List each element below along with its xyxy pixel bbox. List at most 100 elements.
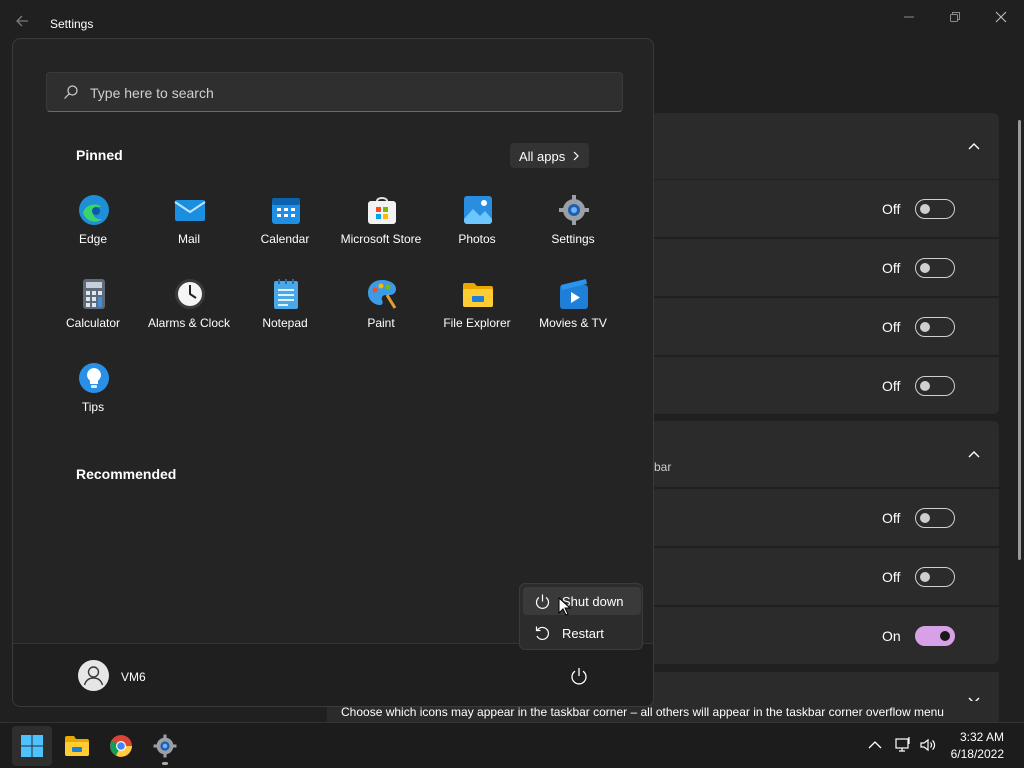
scrollbar[interactable] xyxy=(1018,120,1021,560)
pinned-app-tips[interactable]: Tips xyxy=(45,357,141,437)
power-button[interactable] xyxy=(569,666,589,686)
pinned-app-calculator[interactable]: Calculator xyxy=(45,273,141,353)
toggle-state-label: Off xyxy=(882,569,901,585)
settings-gear-icon xyxy=(153,734,177,758)
pinned-app-label: File Explorer xyxy=(443,316,511,330)
pinned-app-settings[interactable]: Settings xyxy=(525,189,621,269)
toggle-state-label: Off xyxy=(882,260,901,276)
toggle-state-label: Off xyxy=(882,378,901,394)
pinned-app-edge[interactable]: Edge xyxy=(45,189,141,269)
chevron-right-icon xyxy=(573,151,579,161)
search-placeholder: Type here to search xyxy=(90,85,214,101)
toggle-knob xyxy=(920,513,930,523)
search-input[interactable]: Type here to search xyxy=(46,72,623,112)
restore-button[interactable] xyxy=(932,4,978,30)
taskbar-file-explorer[interactable] xyxy=(57,726,97,766)
close-icon xyxy=(995,11,1007,23)
volume-icon[interactable] xyxy=(919,736,937,754)
pinned-app-label: Alarms & Clock xyxy=(147,316,230,330)
toggle-state-label: Off xyxy=(882,510,901,526)
all-apps-button[interactable]: All apps xyxy=(510,143,589,168)
toggle-switch[interactable] xyxy=(915,199,955,219)
pinned-app-mail[interactable]: Mail xyxy=(141,189,237,269)
taskbar: 3:32 AM 6/18/2022 xyxy=(0,722,1024,768)
restore-icon xyxy=(950,12,960,22)
toggle-switch[interactable] xyxy=(915,508,955,528)
clock-time[interactable]: 3:32 AM xyxy=(960,730,1004,744)
calendar-icon xyxy=(272,198,300,224)
minimize-button[interactable] xyxy=(886,4,932,30)
back-arrow-icon xyxy=(16,15,28,27)
minimize-icon xyxy=(904,16,914,18)
toggle-switch[interactable] xyxy=(915,317,955,337)
toggle-switch[interactable] xyxy=(915,376,955,396)
pinned-app-paint[interactable]: Paint xyxy=(333,273,429,353)
chrome-icon xyxy=(110,735,132,757)
settings-toggle-row: Off xyxy=(654,180,999,237)
pinned-app-file-explorer[interactable]: File Explorer xyxy=(429,273,525,353)
restart-menu-item[interactable]: Restart xyxy=(523,619,641,647)
pinned-app-label: Photos xyxy=(458,232,496,246)
close-button[interactable] xyxy=(978,4,1024,30)
settings-group-header[interactable]: bar xyxy=(654,421,999,487)
pinned-app-calendar[interactable]: Calendar xyxy=(237,189,333,269)
pinned-app-label: Notepad xyxy=(262,316,308,330)
start-windows-icon xyxy=(21,735,43,757)
pinned-app-label: Settings xyxy=(551,232,595,246)
file-explorer-icon xyxy=(65,736,89,756)
settings-toggle-row: Off xyxy=(654,548,999,605)
window-title: Settings xyxy=(50,17,94,31)
taskbar-chrome[interactable] xyxy=(101,726,141,766)
pinned-app-movies-tv[interactable]: Movies & TV xyxy=(525,273,621,353)
power-icon xyxy=(535,594,550,609)
paint-icon xyxy=(368,280,397,309)
toggle-state-label: Off xyxy=(882,201,901,217)
pinned-app-label: Paint xyxy=(367,316,395,330)
toggle-knob xyxy=(920,381,930,391)
pinned-app-label: Movies & TV xyxy=(539,316,607,330)
recommended-heading: Recommended xyxy=(76,466,177,482)
folder-icon xyxy=(463,283,493,307)
pinned-app-label: Calculator xyxy=(65,316,121,330)
user-account-button[interactable] xyxy=(78,660,109,691)
settings-toggle-row: Off xyxy=(654,298,999,355)
settings-group-header[interactable] xyxy=(654,672,999,704)
start-button[interactable] xyxy=(12,726,52,766)
back-button[interactable] xyxy=(12,10,34,32)
toggle-state-label: On xyxy=(882,628,901,644)
taskbar-settings[interactable] xyxy=(145,726,185,766)
toggle-knob xyxy=(940,631,950,641)
pinned-heading: Pinned xyxy=(76,147,123,163)
pinned-app-microsoft-store[interactable]: Microsoft Store xyxy=(333,189,429,269)
toggle-switch[interactable] xyxy=(915,567,955,587)
all-apps-label: All apps xyxy=(519,149,566,164)
settings-toggle-row: Off xyxy=(654,489,999,546)
start-menu-footer: VM6 xyxy=(13,643,653,706)
pinned-app-notepad[interactable]: Notepad xyxy=(237,273,333,353)
shut-down-menu-item[interactable]: Shut down xyxy=(523,587,641,615)
pinned-app-alarms-clock[interactable]: Alarms & Clock xyxy=(141,273,237,353)
clock-icon xyxy=(175,279,205,309)
tips-bulb-icon xyxy=(79,363,109,393)
chevron-up-icon xyxy=(968,451,980,458)
search-icon xyxy=(64,85,78,99)
toggle-state-label: Off xyxy=(882,319,901,335)
settings-group-header[interactable] xyxy=(654,113,999,179)
user-name[interactable]: VM6 xyxy=(121,670,146,684)
network-icon[interactable] xyxy=(894,736,912,754)
power-icon xyxy=(571,668,587,685)
toggle-switch[interactable] xyxy=(915,258,955,278)
toggle-knob xyxy=(920,322,930,332)
calculator-icon xyxy=(83,279,105,309)
clock-date[interactable]: 6/18/2022 xyxy=(951,747,1004,761)
toggle-knob xyxy=(920,263,930,273)
pinned-app-label: Microsoft Store xyxy=(340,232,422,246)
toggle-knob xyxy=(920,572,930,582)
pinned-app-photos[interactable]: Photos xyxy=(429,189,525,269)
edge-icon xyxy=(79,195,109,225)
pinned-app-label: Edge xyxy=(78,232,108,246)
chevron-up-icon xyxy=(968,143,980,150)
toggle-switch[interactable] xyxy=(915,626,955,646)
chevron-up-icon[interactable] xyxy=(866,736,884,754)
pinned-app-label: Calendar xyxy=(260,232,310,246)
